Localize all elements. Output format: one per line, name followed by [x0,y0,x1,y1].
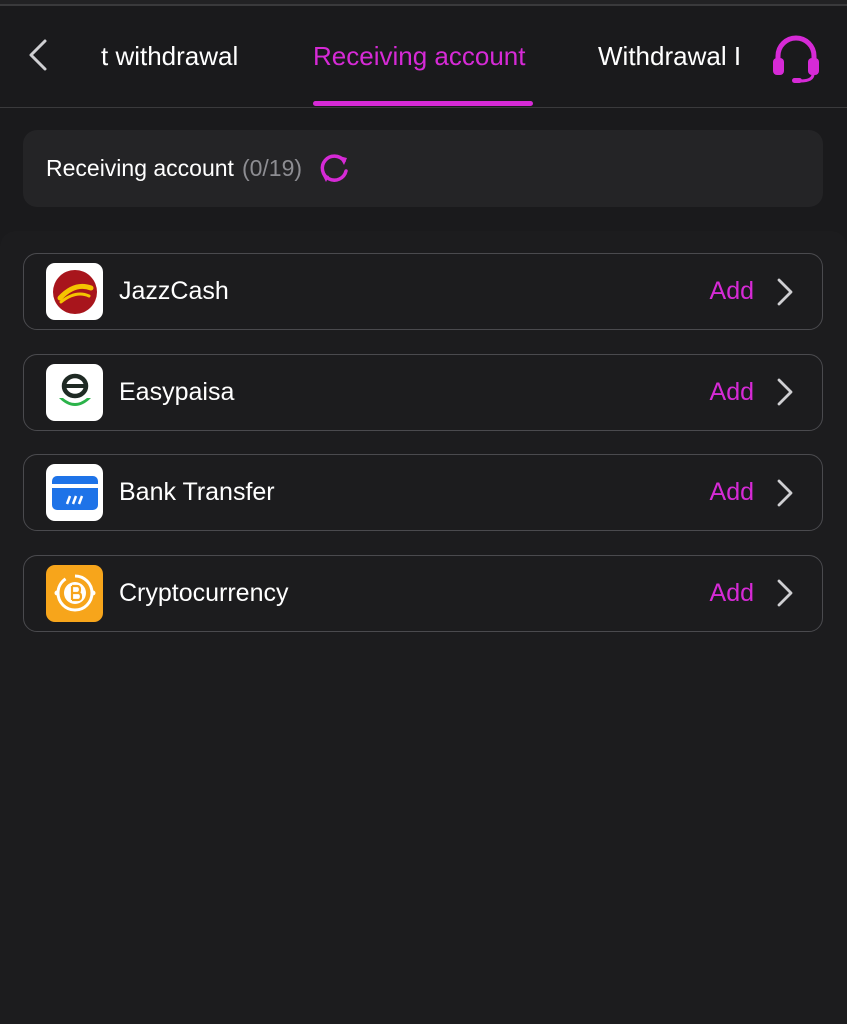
account-method-label: Cryptocurrency [119,578,289,607]
add-easypaisa-button[interactable]: Add [710,378,754,407]
summary-title: Receiving account [46,155,234,181]
account-count: (0/19) [241,155,303,181]
header-bar: t withdrawal Receiving account Withdrawa… [0,6,847,108]
account-method-label: Easypaisa [119,377,235,406]
bank-card-icon [46,464,103,521]
chevron-right-icon [774,277,796,307]
chevron-right-icon [774,478,796,508]
account-method-label: Bank Transfer [119,478,275,506]
account-method-bank-transfer[interactable]: Bank Transfer Add [23,454,823,531]
easypaisa-logo-icon [46,363,103,421]
active-tab-indicator [313,101,533,106]
account-method-easypaisa[interactable]: Easypaisa Add [23,353,823,431]
receiving-account-summary: Receiving account (0/19) [23,130,823,207]
headset-icon [773,35,819,83]
tab-receiving-account[interactable]: Receiving account [313,36,525,76]
chevron-left-icon [29,39,47,71]
bitcoin-icon [46,564,103,622]
chevron-right-icon [774,578,796,608]
add-bank-transfer-button[interactable]: Add [710,478,754,507]
back-button[interactable] [18,32,58,78]
add-jazzcash-button[interactable]: Add [710,277,754,306]
tab-strip: t withdrawal Receiving account Withdrawa… [70,6,746,108]
account-method-jazzcash[interactable]: JazzCash Add [23,253,823,330]
tab-withdrawal-records[interactable]: Withdrawal I [598,36,741,76]
account-method-label: JazzCash [119,277,229,305]
refresh-button[interactable] [316,151,352,187]
add-cryptocurrency-button[interactable]: Add [710,579,754,608]
refresh-icon [320,153,348,182]
account-methods-panel: JazzCash Add Easypaisa Add Bank Transfer… [0,231,847,1024]
jazzcash-logo-icon [46,263,103,320]
tab-withdrawal[interactable]: t withdrawal [101,36,238,76]
chevron-right-icon [774,377,796,407]
customer-support-button[interactable] [768,32,824,86]
account-method-list: JazzCash Add Easypaisa Add Bank Transfer… [23,253,823,655]
account-method-cryptocurrency[interactable]: Cryptocurrency Add [23,554,823,632]
